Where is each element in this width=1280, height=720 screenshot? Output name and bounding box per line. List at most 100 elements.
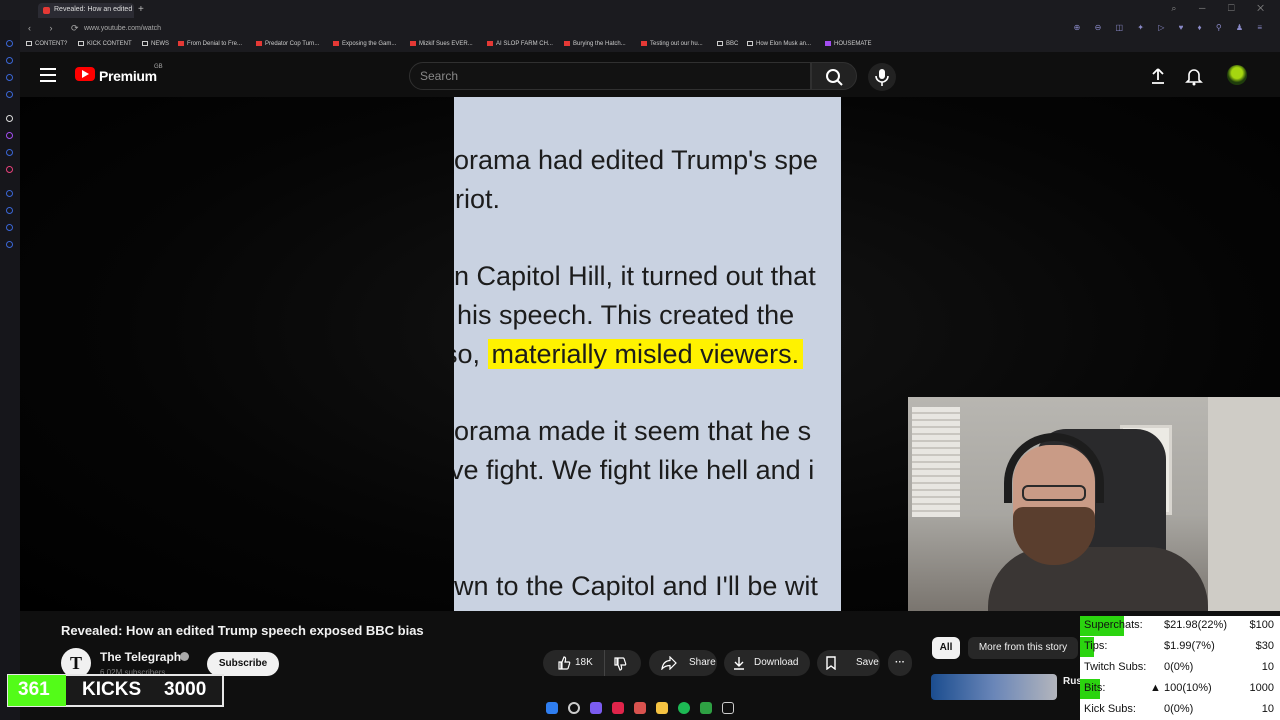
youtube-favicon-icon [178,41,184,46]
sidebar-app-icon[interactable] [6,40,13,47]
app-icon[interactable] [590,702,602,714]
recommended-thumbnail[interactable] [931,674,1057,700]
search-icon[interactable] [568,702,580,714]
microphone-icon [875,69,889,86]
window-controls[interactable]: ⌕ ─ ☐ ✕ [1171,3,1274,14]
sidebar-app-icon[interactable] [6,190,13,197]
chip-more-from-story[interactable]: More from this story [968,637,1078,659]
bookmark-item[interactable]: Testing out our hu... [641,41,703,47]
instagram-icon[interactable] [6,166,13,173]
save-button[interactable]: Save [817,650,880,676]
sidebar-app-icon[interactable] [6,74,13,81]
browser-sidebar [0,0,20,720]
download-button[interactable]: Download [724,650,810,676]
tab-title: Revealed: How an edited [54,6,133,13]
thumbs-down-icon[interactable] [613,657,627,671]
caption-line: n Capitol Hill, it turned out that [454,261,816,291]
voice-search-button[interactable] [868,63,896,91]
caption-line: orama made it seem that he s [454,416,812,446]
folder-icon [747,41,753,46]
bookmark-item[interactable]: From Denial to Fre... [178,41,242,47]
sidebar-app-icon[interactable] [6,207,13,214]
bookmark-item[interactable]: HOUSEMATE [825,41,872,47]
glasses [1022,485,1086,501]
search-input[interactable] [420,69,800,83]
share-button[interactable]: Share [649,650,717,676]
webcam-overlay [908,397,1280,611]
video-frame[interactable]: orama had edited Trump's spe riot. n Cap… [454,97,841,611]
caption-line: his speech. This created the [457,300,795,330]
subscribe-button[interactable]: Subscribe [207,652,279,676]
download-icon [734,657,744,670]
tab-bar: Revealed: How an edited + ⌕ ─ ☐ ✕ [0,0,1280,20]
caption-line: wn to the Capitol and I'll be wit [454,571,818,601]
bookmark-item[interactable]: Exposing the Gam... [333,41,396,47]
tab-active[interactable]: Revealed: How an edited [38,3,134,18]
channel-name[interactable]: The Telegraph [100,650,181,664]
opera-icon[interactable] [612,702,624,714]
caption-line: riot. [455,184,501,214]
door [1208,397,1280,611]
caption-line: ve fight. We fight like hell and i [454,455,815,485]
upload-icon[interactable] [1148,66,1168,86]
kicks-label: KICKS [82,679,142,700]
country-code: GB [154,64,163,70]
like-dislike-group: 18K [543,650,641,676]
goal-row-twitch-subs: Twitch Subs: 0(0%) 10 [1084,661,1274,673]
bookmark-item[interactable]: Predator Cop Turn... [256,41,319,47]
search-box[interactable] [409,62,811,90]
sidebar-app-icon[interactable] [6,91,13,98]
verified-badge-icon [180,652,189,661]
goal-row-superchats: Superchats: $21.98(22%) $100 [1080,616,1280,636]
highlighted-text: materially misled viewers. [487,339,804,369]
bookmark-item[interactable]: CONTENT? [26,41,67,47]
like-button[interactable]: 18K [549,650,605,676]
sidebar-app-icon[interactable] [6,224,13,231]
bookmark-item[interactable]: NEWS [142,41,169,47]
more-actions-button[interactable]: ··· [888,650,912,676]
user-avatar[interactable] [1227,65,1247,85]
twitch-favicon-icon [825,41,831,46]
folder-icon [717,41,723,46]
folder-icon [142,41,148,46]
thumbs-up-icon [558,656,571,670]
youtube-favicon-icon [410,41,416,46]
youtube-favicon-icon [333,41,339,46]
folder-icon [26,41,32,46]
bits-triangle-icon: ▲ [1150,682,1161,694]
youtube-favicon-icon [564,41,570,46]
messenger-icon[interactable] [6,149,13,156]
bookmark-item[interactable]: How Elon Musk an... [747,41,811,47]
bookmark-item[interactable]: Mizkif Sues EVER... [410,41,473,47]
spotify-icon[interactable] [678,702,690,714]
app-icon[interactable] [722,702,734,714]
bookmark-item[interactable]: BBC [717,41,738,47]
settings-icon[interactable] [6,241,13,248]
youtube-logo-icon[interactable] [75,67,95,81]
caption-line: orama had edited Trump's spe [454,145,818,175]
start-icon[interactable] [546,702,558,714]
brand-label[interactable]: Premium [99,68,157,84]
bookmarks-bar: CONTENT? KICK CONTENT NEWS From Denial t… [20,38,1280,52]
new-tab-button[interactable]: + [138,4,144,15]
bookmark-item[interactable]: Burying the Hatch... [564,41,626,47]
bookmark-icon [826,656,836,670]
xbox-icon[interactable] [700,702,712,714]
folder-icon[interactable] [656,702,668,714]
video-title: Revealed: How an edited Trump speech exp… [61,623,424,638]
sidebar-app-icon[interactable] [6,57,13,64]
bookmark-item[interactable]: AI SLOP FARM CH... [487,41,553,47]
bookmark-item[interactable]: KICK CONTENT [78,41,132,47]
app-icon[interactable] [634,702,646,714]
notifications-bell-icon[interactable] [1184,66,1204,86]
youtube-favicon-icon [256,41,262,46]
streamer-body [988,547,1208,611]
hamburger-menu-icon[interactable] [40,68,56,82]
chip-all[interactable]: All [932,637,960,659]
nav-buttons[interactable]: ‹ › ⟳ [28,23,87,34]
search-button[interactable] [811,62,857,90]
extension-icons[interactable]: ⊕ ⊖ ◫ ✦ ▷ ♥ ♦ ⚲ ♟ ≡ [1074,23,1268,32]
twitch-icon[interactable] [6,132,13,139]
sidebar-app-icon[interactable] [6,115,13,122]
url-field[interactable]: www.youtube.com/watch [84,25,161,32]
